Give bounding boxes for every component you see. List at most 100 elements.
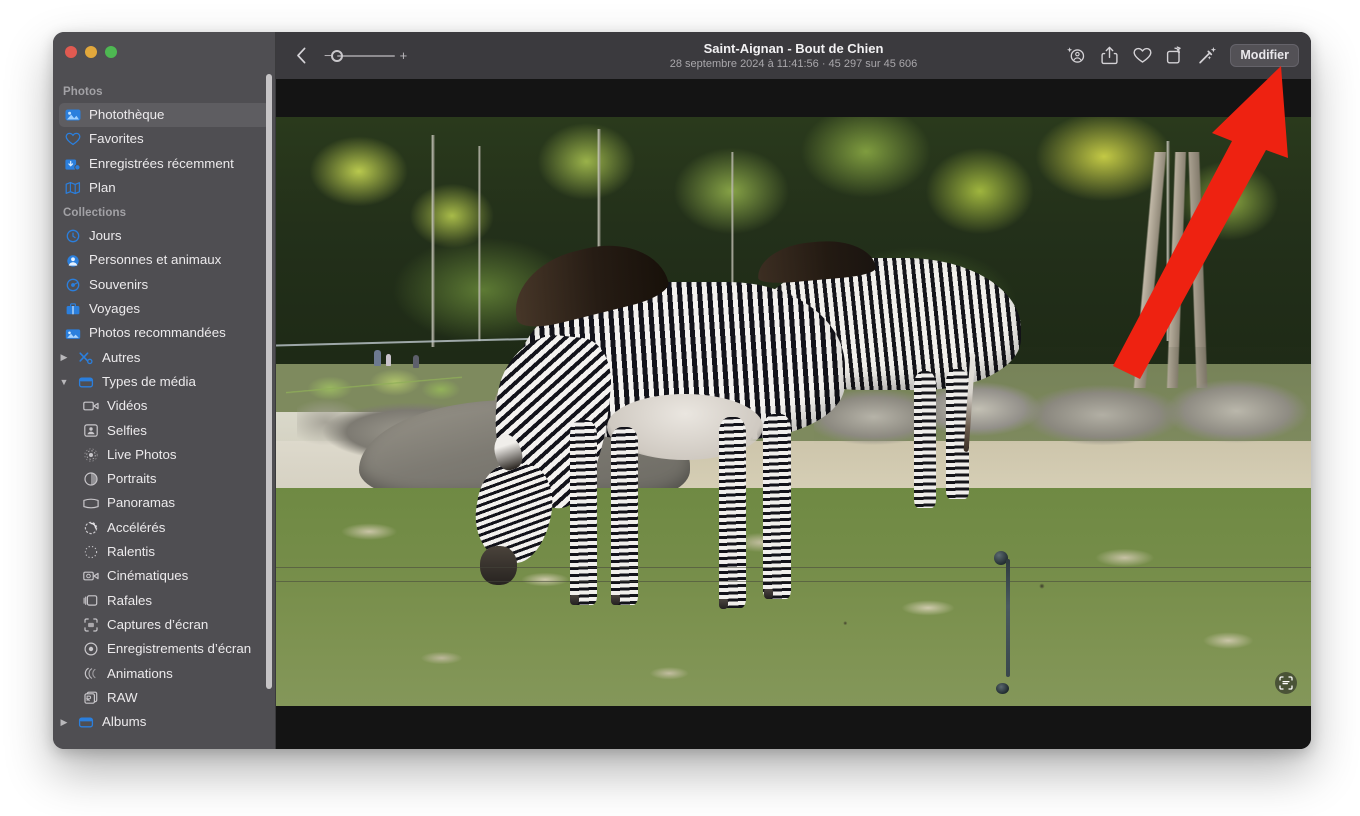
- favorite-heart-icon[interactable]: [1131, 45, 1153, 67]
- sidebar-item-enregistrees-recemment[interactable]: Enregistrées récemment: [59, 152, 270, 176]
- sidebar-item-favorites[interactable]: Favorites: [59, 127, 270, 151]
- zoom-slider[interactable]: − +: [324, 49, 407, 62]
- sidebar-item-autres[interactable]: ▶ Autres: [61, 346, 270, 370]
- portrait-icon: [81, 471, 100, 488]
- burst-icon: [81, 592, 100, 609]
- utilities-icon: [76, 349, 95, 366]
- sidebar-item-label: Cinématiques: [107, 568, 189, 584]
- window-controls: [65, 46, 117, 58]
- sidebar-item-voyages[interactable]: Voyages: [59, 297, 270, 321]
- sidebar-item-raw[interactable]: RAW: [77, 686, 270, 710]
- maximize-window-button[interactable]: [105, 46, 117, 58]
- edit-button[interactable]: Modifier: [1230, 43, 1299, 68]
- sidebar-item-ralentis[interactable]: Ralentis: [77, 540, 270, 564]
- electric-fence-wire: [276, 566, 1311, 568]
- info-ai-icon[interactable]: [1065, 45, 1087, 67]
- sidebar-item-photothèque[interactable]: Photothèque: [59, 103, 270, 128]
- sidebar-item-label: Jours: [89, 228, 122, 244]
- zoom-slider-track[interactable]: [330, 49, 395, 62]
- share-icon[interactable]: [1098, 45, 1120, 67]
- map-icon: [63, 180, 82, 197]
- chevron-down-icon[interactable]: ▼: [59, 377, 69, 387]
- sidebar-item-label: Voyages: [89, 301, 141, 317]
- zebra-leg: [763, 413, 792, 599]
- sidebar-item-rafales[interactable]: Rafales: [77, 589, 270, 613]
- sidebar-scrollbar[interactable]: [266, 74, 272, 689]
- page-title: Saint-Aignan - Bout de Chien: [703, 40, 884, 56]
- sidebar-item-animations[interactable]: Animations: [77, 662, 270, 686]
- sidebar-item-types-de-media[interactable]: ▼ Types de média: [60, 370, 270, 394]
- chevron-right-icon[interactable]: ▶: [59, 352, 69, 363]
- sidebar-item-live-photos[interactable]: Live Photos: [77, 443, 270, 467]
- sidebar-item-label: Enregistrées récemment: [89, 155, 234, 171]
- sidebar-item-personnes-et-animaux[interactable]: Personnes et animaux: [59, 248, 270, 272]
- zebra-leg: [569, 420, 598, 606]
- toolbar-left-group: − +: [290, 45, 407, 67]
- zebra-muzzle: [480, 545, 518, 586]
- raw-icon: [81, 689, 100, 706]
- sidebar-item-label: Panoramas: [107, 495, 175, 511]
- sidebar-item-enregistrements-decran[interactable]: Enregistrements d’écran: [77, 637, 270, 661]
- photo-library-icon: [63, 107, 82, 124]
- photo-metadata: 28 septembre 2024 à 11:41:56 · 45 297 su…: [669, 57, 918, 70]
- toolbar-actions: Modifier: [1065, 43, 1299, 68]
- sidebar: Photos Photothèque Favorites Enregistrée…: [53, 32, 276, 749]
- sidebar-group-photos-label: Photos: [63, 86, 103, 98]
- sidebar-item-label: Personnes et animaux: [89, 252, 222, 268]
- sidebar-item-label: Portraits: [107, 471, 157, 487]
- sidebar-item-label: Ralentis: [107, 544, 156, 560]
- auto-enhance-icon[interactable]: [1197, 45, 1219, 67]
- sidebar-item-videos[interactable]: Vidéos: [77, 394, 270, 418]
- recently-saved-icon: [63, 155, 82, 172]
- sidebar-item-label: Selfies: [107, 422, 147, 438]
- sidebar-item-photos-recommandees[interactable]: Photos recommandées: [59, 321, 270, 345]
- sidebar-item-souvenirs[interactable]: Souvenirs: [59, 273, 270, 297]
- zebra-leg: [610, 427, 639, 606]
- zebra-hoof: [570, 595, 580, 606]
- sidebar-item-label: Albums: [102, 714, 147, 730]
- cinematic-icon: [81, 568, 100, 585]
- zebra-leg: [718, 417, 747, 609]
- sidebar-item-cinematiques[interactable]: Cinématiques: [77, 564, 270, 588]
- tree-trunk: [431, 134, 436, 347]
- chevron-left-icon[interactable]: [290, 45, 312, 67]
- media-types-icon: [76, 374, 95, 391]
- sidebar-item-label: Enregistrements d’écran: [107, 641, 252, 657]
- zoom-slider-knob[interactable]: [330, 49, 343, 62]
- slomo-icon: [81, 544, 100, 561]
- trips-icon: [63, 301, 82, 318]
- screen: Photos Photothèque Favorites Enregistrée…: [0, 0, 1360, 816]
- sidebar-item-captures-decran[interactable]: Captures d’écran: [77, 613, 270, 637]
- sidebar-item-portraits[interactable]: Portraits: [77, 467, 270, 491]
- detail-pane: − + Saint-Aignan - Bout de Chien 28 sept…: [276, 32, 1311, 749]
- sidebar-scroll-area: Photos Photothèque Favorites Enregistrée…: [53, 82, 276, 749]
- zebra-hoof: [611, 595, 621, 606]
- people-icon: [63, 252, 82, 269]
- zoom-in-label[interactable]: +: [400, 49, 408, 62]
- sidebar-item-jours[interactable]: Jours: [59, 224, 270, 248]
- photo-viewer[interactable]: [276, 79, 1311, 749]
- screen-recording-icon: [81, 641, 100, 658]
- featured-photos-icon: [63, 325, 82, 342]
- visitor-figure: [374, 349, 382, 366]
- sidebar-item-albums[interactable]: ▶ Albums: [61, 710, 270, 734]
- fence-post: [1005, 558, 1010, 677]
- close-window-button[interactable]: [65, 46, 77, 58]
- photo-image[interactable]: [276, 117, 1311, 706]
- clock-icon: [63, 228, 82, 245]
- chevron-right-icon[interactable]: ▶: [59, 717, 69, 727]
- panorama-icon: [81, 495, 100, 512]
- sidebar-item-selfies[interactable]: Selfies: [77, 419, 270, 443]
- albums-icon: [76, 714, 95, 731]
- heart-icon: [63, 131, 82, 148]
- photos-window: Photos Photothèque Favorites Enregistrée…: [53, 32, 1311, 749]
- rotate-icon[interactable]: [1164, 45, 1186, 67]
- sidebar-item-plan[interactable]: Plan: [59, 176, 270, 200]
- sidebar-item-label: Photothèque: [89, 107, 165, 122]
- zebra-leg: [913, 371, 937, 509]
- sidebar-item-label: RAW: [107, 689, 138, 705]
- sidebar-item-panoramas[interactable]: Panoramas: [77, 491, 270, 515]
- sidebar-item-acceleres[interactable]: Accélérés: [77, 516, 270, 540]
- minimize-window-button[interactable]: [85, 46, 97, 58]
- live-text-icon[interactable]: [1275, 672, 1297, 694]
